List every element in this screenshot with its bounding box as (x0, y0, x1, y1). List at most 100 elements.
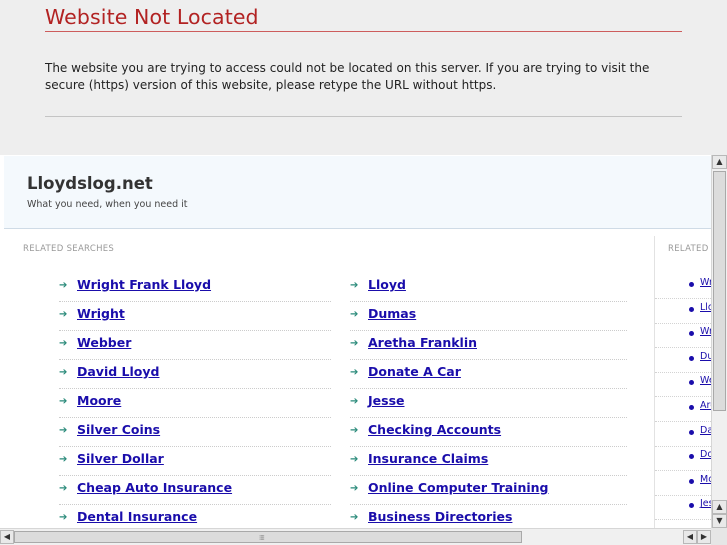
right-arrow-icon: ➔ (59, 425, 68, 436)
right-arrow-icon: ➔ (350, 483, 359, 494)
bullet-icon (689, 331, 694, 337)
related-link-text[interactable]: Business Directories (368, 509, 512, 524)
scroll-up-arrow-icon[interactable]: ▲ (712, 500, 727, 514)
site-header: Lloydslog.net What you need, when you ne… (4, 156, 711, 229)
related-link-text[interactable]: Wright (77, 306, 125, 321)
related-side-item[interactable]: We (655, 372, 711, 398)
error-divider (45, 116, 682, 117)
related-link-text[interactable]: Lloyd (368, 277, 406, 292)
related-link-item[interactable]: ➔ Dental Insurance (59, 504, 331, 528)
right-arrow-icon: ➔ (59, 454, 68, 465)
related-link-item[interactable]: ➔ Silver Coins (59, 417, 331, 447)
parked-page-content: Lloydslog.net What you need, when you ne… (4, 156, 711, 528)
related-link-text[interactable]: Aretha Franklin (368, 335, 477, 350)
bullet-icon (689, 503, 694, 509)
related-link-item[interactable]: ➔ Dumas (350, 301, 627, 331)
right-arrow-icon: ➔ (59, 483, 68, 494)
related-link-item[interactable]: ➔ David Lloyd (59, 359, 331, 389)
related-link-item[interactable]: ➔ Lloyd (350, 272, 627, 302)
right-arrow-icon: ➔ (59, 338, 68, 349)
related-side-item[interactable]: Da (655, 422, 711, 447)
related-link-item[interactable]: ➔ Insurance Claims (350, 446, 627, 476)
scroll-left-arrow-icon[interactable]: ◀ (683, 530, 697, 544)
related-side-text[interactable]: Da (700, 425, 711, 436)
related-side-text[interactable]: Mc (700, 474, 711, 485)
right-arrow-icon: ➔ (59, 280, 68, 291)
related-link-text[interactable]: Cheap Auto Insurance (77, 480, 232, 495)
related-side-panel: RELATED Wri Llo Wri Du We Are Da Do Mc Jes (655, 229, 711, 528)
related-link-text[interactable]: Jesse (368, 393, 405, 408)
right-arrow-icon: ➔ (350, 367, 359, 378)
related-side-text[interactable]: Do (700, 449, 711, 460)
related-link-item[interactable]: ➔ Silver Dollar (59, 446, 331, 476)
related-link-item[interactable]: ➔ Webber (59, 330, 331, 360)
related-link-text[interactable]: Insurance Claims (368, 451, 488, 466)
related-side-item[interactable]: Do (655, 446, 711, 472)
related-link-item[interactable]: ➔ Wright Frank Lloyd (59, 272, 331, 302)
vertical-scrollbar[interactable]: ▲ ▲ ▼ (711, 155, 727, 528)
related-link-text[interactable]: Silver Coins (77, 422, 160, 437)
related-link-item[interactable]: ➔ Wright (59, 301, 331, 331)
error-section: Website Not Located The website you are … (0, 0, 727, 155)
related-link-text[interactable]: Online Computer Training (368, 480, 549, 495)
bullet-icon (689, 306, 694, 312)
scroll-left-arrow-icon[interactable]: ◀ (0, 530, 14, 544)
related-link-text[interactable]: Moore (77, 393, 121, 408)
related-link-item[interactable]: ➔ Aretha Franklin (350, 330, 627, 360)
scroll-down-arrow-icon[interactable]: ▼ (712, 514, 727, 528)
related-link-text[interactable]: Dental Insurance (77, 509, 197, 524)
parked-page-frame: Lloydslog.net What you need, when you ne… (0, 155, 727, 545)
bullet-icon (689, 454, 694, 460)
error-title-rule (45, 31, 682, 32)
related-side-item[interactable]: Jes (655, 495, 711, 521)
horizontal-scroll-thumb[interactable]: ⁞⁞⁞⁞ (14, 531, 522, 543)
related-link-item[interactable]: ➔ Checking Accounts (350, 417, 627, 447)
related-link-text[interactable]: Silver Dollar (77, 451, 164, 466)
related-side-item[interactable]: Mc (655, 471, 711, 496)
site-tagline: What you need, when you need it (27, 199, 188, 210)
related-side-item[interactable]: Llo (655, 299, 711, 324)
related-side-text[interactable]: Wri (700, 277, 711, 288)
scroll-up-arrow-icon[interactable]: ▲ (712, 155, 727, 169)
related-side-text[interactable]: Wri (700, 326, 711, 337)
related-link-text[interactable]: Dumas (368, 306, 416, 321)
related-link-text[interactable]: David Lloyd (77, 364, 159, 379)
vertical-scroll-thumb[interactable] (713, 171, 726, 411)
right-arrow-icon: ➔ (59, 367, 68, 378)
related-side-text[interactable]: We (700, 375, 711, 386)
related-side-item[interactable]: Du (655, 348, 711, 373)
related-side-text[interactable]: Are (700, 400, 711, 411)
related-link-item[interactable]: ➔ Online Computer Training (350, 475, 627, 505)
right-arrow-icon: ➔ (350, 309, 359, 320)
related-side-text[interactable]: Llo (700, 302, 711, 313)
bullet-icon (689, 282, 694, 287)
bullet-icon (689, 355, 694, 361)
related-link-text[interactable]: Webber (77, 335, 131, 350)
bullet-icon (689, 429, 694, 435)
related-link-item[interactable]: ➔ Jesse (350, 388, 627, 418)
related-side-item[interactable]: Wri (655, 323, 711, 349)
related-side-item[interactable]: Wri (655, 274, 711, 299)
related-side-text[interactable]: Jes (700, 498, 711, 509)
related-link-item[interactable]: ➔ Cheap Auto Insurance (59, 475, 331, 505)
scrollbar-corner (711, 528, 727, 545)
related-searches-label: RELATED SEARCHES (23, 244, 115, 254)
bullet-icon (689, 478, 694, 484)
scroll-right-arrow-icon[interactable]: ▶ (697, 530, 711, 544)
related-side-item[interactable]: Are (655, 397, 711, 422)
related-side-text[interactable]: Du (700, 351, 711, 362)
error-message: The website you are trying to access cou… (45, 61, 650, 92)
related-link-item[interactable]: ➔ Donate A Car (350, 359, 627, 389)
related-searches-panel: RELATED SEARCHES ➔ Wright Frank Lloyd ➔ Wri… (4, 229, 654, 528)
right-arrow-icon: ➔ (350, 280, 359, 291)
related-link-item[interactable]: ➔ Business Directories (350, 504, 627, 528)
right-arrow-icon: ➔ (59, 512, 68, 523)
related-link-text[interactable]: Donate A Car (368, 364, 461, 379)
grip-icon: ⁞⁞⁞⁞ (259, 534, 265, 542)
related-link-text[interactable]: Wright Frank Lloyd (77, 277, 211, 292)
related-link-text[interactable]: Checking Accounts (368, 422, 501, 437)
related-link-item[interactable]: ➔ Moore (59, 388, 331, 418)
right-arrow-icon: ➔ (59, 396, 68, 407)
bullet-icon (689, 380, 694, 386)
horizontal-scrollbar[interactable]: ◀ ⁞⁞⁞⁞ ◀ ▶ (0, 528, 711, 545)
